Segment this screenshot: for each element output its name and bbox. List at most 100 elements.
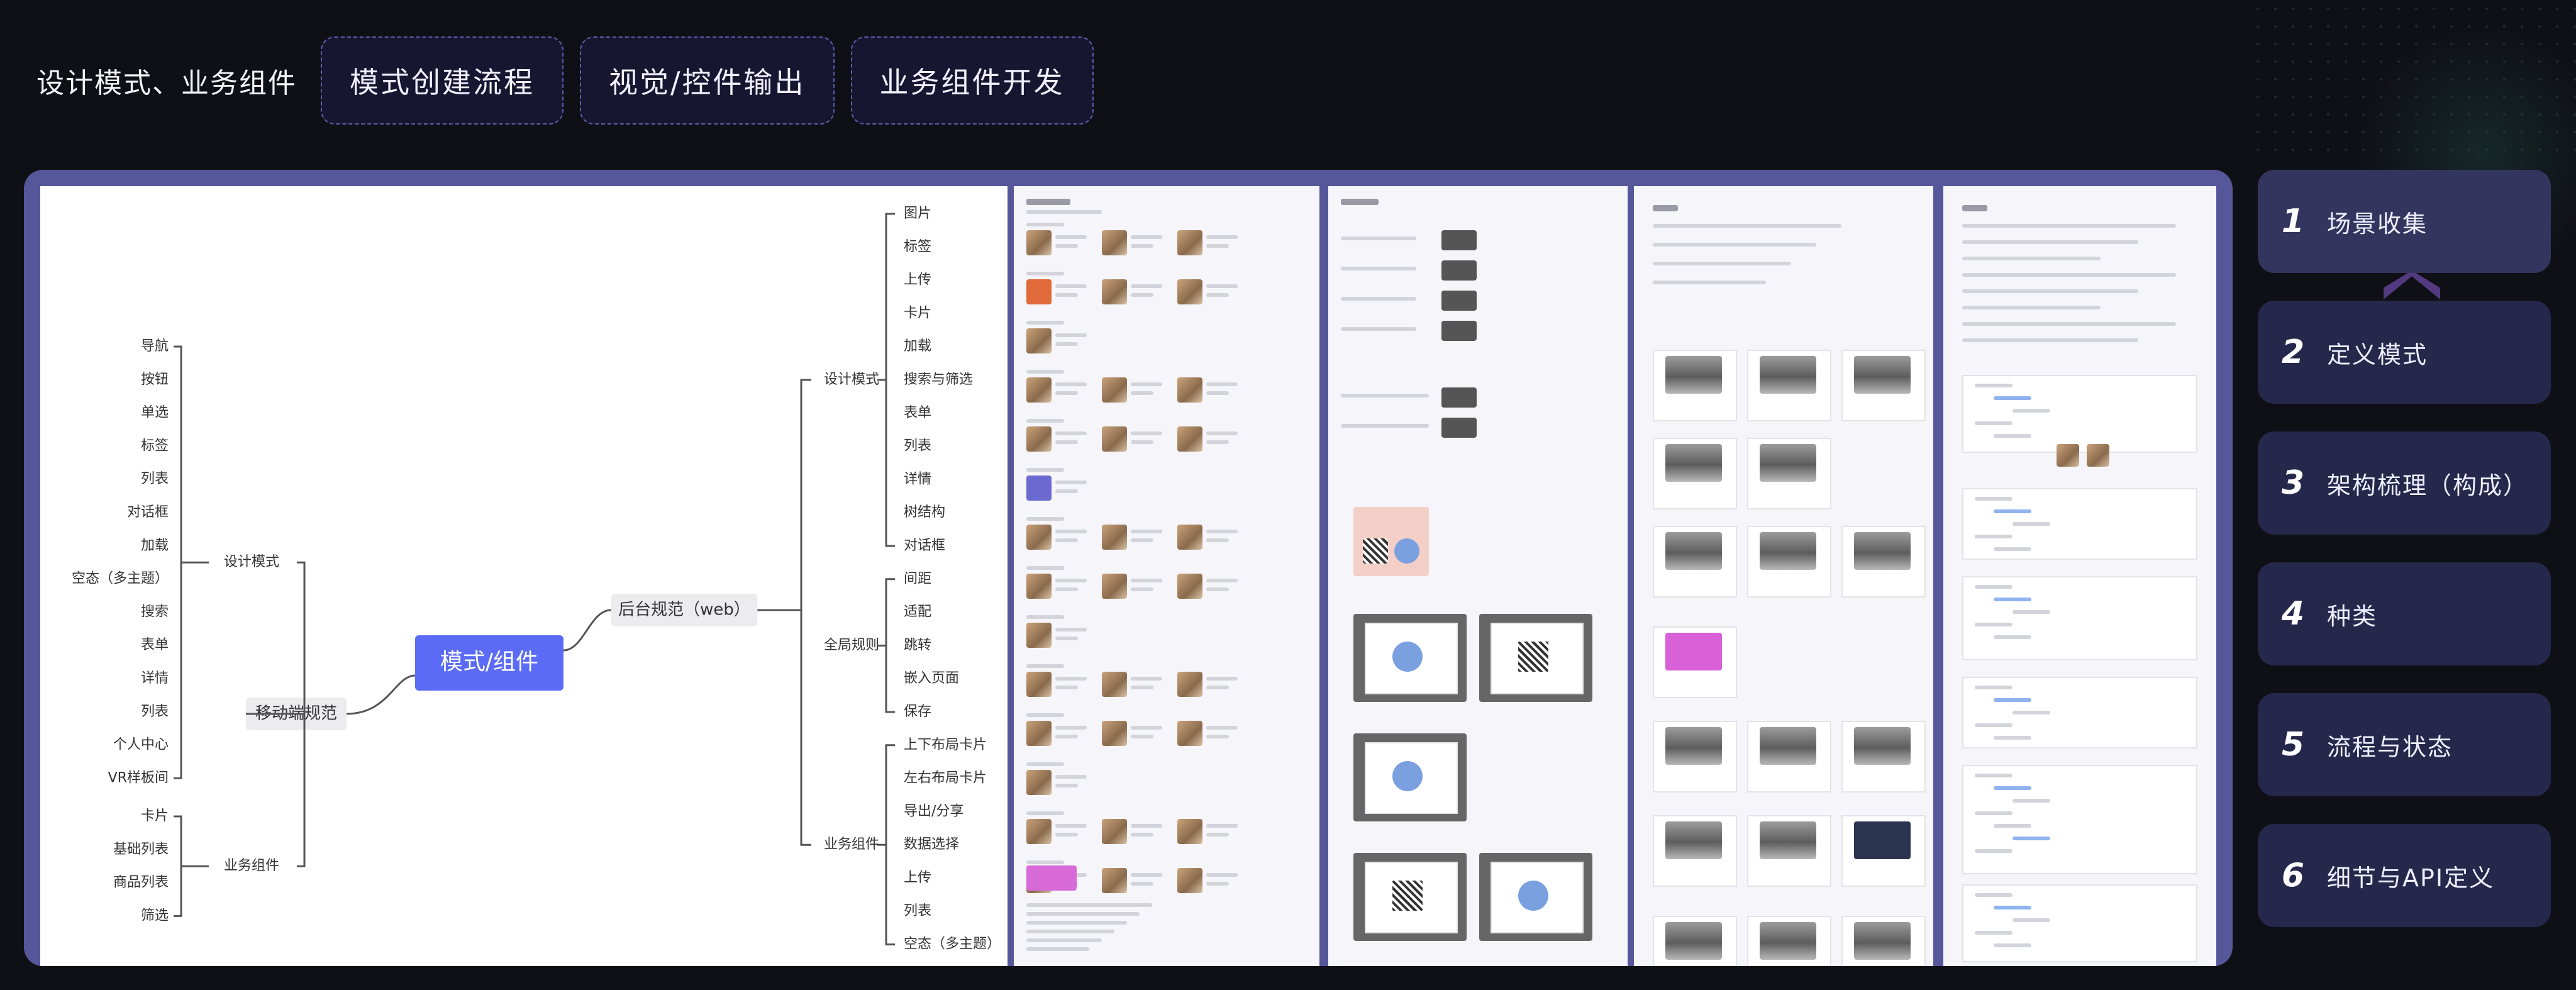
mindmap: 模式/组件 移动端规范 后台规范（web） 设计模式 导航 按钮 单选 标签 列表 对话框 加载 空态… bbox=[40, 186, 1008, 966]
right-item-label: 嵌入页面 bbox=[904, 670, 959, 686]
right-item-label: 上传 bbox=[904, 272, 931, 288]
doc-preview-1 bbox=[1014, 186, 1319, 966]
content-panel: 模式/组件 移动端规范 后台规范（web） 设计模式 导航 按钮 单选 标签 列表 对话框 加载 空态… bbox=[24, 170, 2233, 966]
doc-text-line bbox=[1206, 677, 1238, 681]
doc-text-line bbox=[1994, 547, 2031, 551]
left-group-label: 设计模式 bbox=[224, 554, 279, 570]
step-4[interactable]: 4 种类 bbox=[2258, 562, 2551, 665]
doc-text-line bbox=[2012, 610, 2050, 614]
doc-text-line bbox=[1962, 322, 2176, 326]
doc-text-line bbox=[1055, 775, 1087, 779]
step-2[interactable]: 2 定义模式 bbox=[2258, 301, 2551, 404]
right-item-label: 适配 bbox=[904, 604, 931, 620]
image-thumbnail bbox=[2057, 444, 2079, 467]
step-label: 定义模式 bbox=[2327, 340, 2428, 369]
doc-text-line bbox=[2012, 522, 2050, 526]
dialog-graphic bbox=[1392, 881, 1423, 911]
doc-text-line bbox=[1131, 833, 1153, 837]
right-item-label: 标签 bbox=[904, 239, 931, 255]
doc-text-line bbox=[1131, 431, 1162, 435]
doc-text-line bbox=[1994, 434, 2031, 438]
step-3[interactable]: 3 架构梳理（构成） bbox=[2258, 431, 2551, 535]
doc-text-line bbox=[1055, 735, 1078, 738]
image-thumbnail bbox=[1026, 525, 1052, 550]
image-thumbnail bbox=[1026, 721, 1052, 746]
image-thumbnail bbox=[1026, 426, 1052, 452]
doc-text-line bbox=[1131, 873, 1162, 877]
doc-text-line bbox=[1026, 321, 1064, 325]
doc-text-line bbox=[1206, 579, 1238, 582]
tab-visual-control-output[interactable]: 视觉/控件输出 bbox=[580, 36, 835, 125]
card-image bbox=[1854, 532, 1911, 570]
doc-text-line bbox=[1131, 440, 1153, 444]
left-item-label: 筛选 bbox=[141, 908, 169, 923]
step-6[interactable]: 6 细节与API定义 bbox=[2258, 824, 2551, 927]
qr-code bbox=[1363, 538, 1388, 564]
image-thumbnail bbox=[1102, 279, 1127, 304]
doc-text-line bbox=[1206, 530, 1238, 533]
doc-text-line bbox=[1055, 342, 1078, 346]
doc-text-line bbox=[1206, 587, 1229, 591]
doc-text-line bbox=[1341, 327, 1416, 331]
header: 设计模式、业务组件 模式创建流程 视觉/控件输出 业务组件开发 bbox=[36, 36, 1094, 125]
doc-preview-3 bbox=[1634, 186, 1933, 966]
doc-text-line bbox=[1131, 587, 1153, 591]
left-group-label: 业务组件 bbox=[224, 858, 279, 874]
dialog-graphic bbox=[1392, 642, 1423, 672]
tab-business-component-dev[interactable]: 业务组件开发 bbox=[850, 36, 1094, 125]
card-image bbox=[1665, 727, 1722, 765]
doc-text-line bbox=[1975, 686, 2012, 689]
step-label: 种类 bbox=[2327, 602, 2378, 630]
image-thumbnail bbox=[1177, 377, 1202, 403]
card-image bbox=[1760, 922, 1816, 960]
image-thumbnail bbox=[1177, 426, 1202, 452]
doc-text-line bbox=[1994, 509, 2031, 513]
doc-text-line bbox=[1055, 686, 1078, 689]
doc-text-line bbox=[1962, 240, 2138, 244]
doc-text-line bbox=[1026, 468, 1064, 472]
step-1[interactable]: 1 场景收集 bbox=[2258, 170, 2551, 273]
doc-text-line bbox=[1026, 811, 1064, 815]
center-node-label: 模式/组件 bbox=[440, 649, 538, 675]
doc-text-line bbox=[1975, 893, 2012, 897]
doc-text-line bbox=[1055, 382, 1087, 386]
doc-text-line bbox=[1055, 440, 1078, 444]
image-thumbnail bbox=[1102, 377, 1127, 403]
doc-text-line bbox=[1206, 726, 1238, 730]
doc-text-line bbox=[1341, 297, 1416, 301]
doc-text-line bbox=[1653, 281, 1766, 284]
doc-text-line bbox=[1206, 284, 1238, 288]
image-thumbnail bbox=[1177, 230, 1202, 255]
doc-text-line bbox=[1975, 723, 2012, 727]
tab-pattern-creation-flow[interactable]: 模式创建流程 bbox=[321, 36, 564, 125]
doc-text-line bbox=[1055, 824, 1087, 828]
image-thumbnail bbox=[1102, 525, 1127, 550]
doc-heading-line bbox=[1653, 205, 1678, 211]
doc-text-line bbox=[1962, 306, 2101, 309]
doc-text-line bbox=[1962, 338, 2138, 342]
image-thumbnail bbox=[1102, 672, 1127, 697]
doc-text-line bbox=[1026, 713, 1064, 717]
doc-text-line bbox=[1975, 811, 2012, 815]
doc-text-line bbox=[1026, 947, 1089, 951]
doc-text-line bbox=[1131, 235, 1162, 239]
right-item-label: 表单 bbox=[904, 405, 931, 421]
doc-text-line bbox=[1962, 289, 2138, 293]
step-number: 6 bbox=[2281, 857, 2304, 894]
step-label: 细节与API定义 bbox=[2327, 864, 2495, 892]
background-dot-pattern bbox=[2249, 0, 2576, 164]
step-5[interactable]: 5 流程与状态 bbox=[2258, 693, 2551, 796]
step-number: 3 bbox=[2281, 464, 2304, 502]
doc-text-line bbox=[1026, 223, 1064, 226]
chevron-up-icon bbox=[2384, 270, 2440, 299]
doc-text-line bbox=[1975, 585, 2012, 589]
left-item-label: 列表 bbox=[141, 471, 169, 487]
doc-text-line bbox=[1026, 664, 1064, 668]
left-item-label: 搜索 bbox=[141, 604, 169, 620]
dialog-graphic bbox=[1518, 881, 1548, 911]
card-image bbox=[1854, 821, 1911, 859]
right-trunk-bracket bbox=[800, 379, 811, 846]
doc-text-line bbox=[1026, 370, 1064, 374]
doc-text-line bbox=[1994, 396, 2031, 400]
doc-text-line bbox=[1026, 930, 1114, 933]
